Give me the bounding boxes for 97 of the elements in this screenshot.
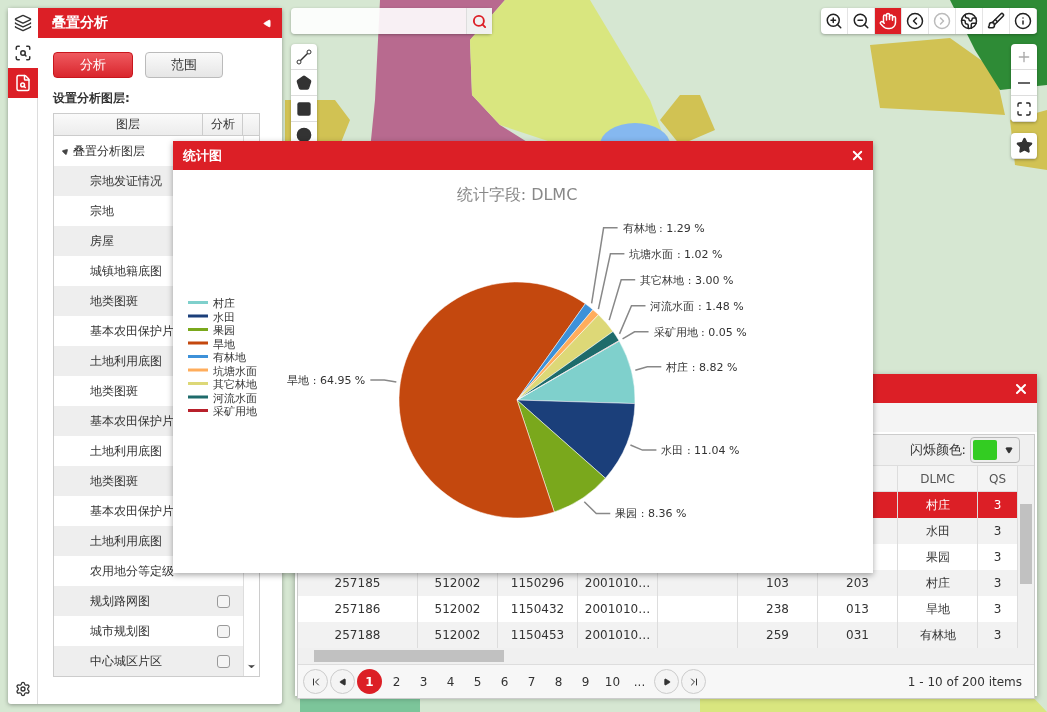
page-number[interactable]: 8 <box>546 669 571 694</box>
legend-label: 旱地 <box>213 337 235 351</box>
data-label: 其它林地 : 3.00 % <box>640 273 734 287</box>
tree-item[interactable]: 基本农田保护片 <box>90 322 174 340</box>
tree-item[interactable]: 叠置分析图层 <box>73 142 145 160</box>
brush-icon <box>987 12 1005 30</box>
legend-label: 坑塘水面 <box>213 364 257 378</box>
close-button[interactable] <box>850 148 865 163</box>
settings-icon[interactable] <box>14 681 31 697</box>
page-number[interactable]: 6 <box>492 669 517 694</box>
legend-label: 村庄 <box>213 297 235 310</box>
page-number[interactable]: 4 <box>438 669 463 694</box>
tree-item[interactable]: 基本农田保护片 <box>90 412 174 430</box>
layers-icon <box>14 14 32 32</box>
data-label: 旱地 : 64.95 % <box>287 373 366 387</box>
column-header: DLMC <box>898 466 978 491</box>
zoom-in-icon <box>825 12 843 30</box>
data-label: 河流水面 : 1.48 % <box>650 299 744 313</box>
minus-icon <box>1018 81 1030 84</box>
tree-item[interactable]: 地类图斑 <box>90 382 138 400</box>
checkbox[interactable] <box>216 594 230 608</box>
tree-item[interactable]: 土地利用底图 <box>90 352 162 370</box>
blink-color-label: 闪烁颜色: <box>909 441 966 459</box>
scrollbar-thumb[interactable] <box>314 650 504 662</box>
back-icon <box>906 12 924 30</box>
tree-item[interactable]: 土地利用底图 <box>90 442 162 460</box>
legend-label: 有林地 <box>213 351 246 364</box>
sidebar-button[interactable] <box>8 8 38 38</box>
checkbox[interactable] <box>216 624 230 638</box>
legend-label: 其它林地 <box>213 378 257 391</box>
data-label: 坑塘水面 : 1.02 % <box>629 247 723 261</box>
column-header: 分析 <box>203 114 243 135</box>
page-number[interactable]: 9 <box>573 669 598 694</box>
next-page-button[interactable] <box>654 669 679 694</box>
tree-item[interactable]: 宗地 <box>90 202 114 220</box>
section-label: 设置分析图层: <box>53 90 131 107</box>
page-number[interactable]: ... <box>627 669 652 694</box>
zoom-out-icon <box>852 12 870 30</box>
legend-label: 果园 <box>213 324 235 337</box>
tree-item[interactable]: 房屋 <box>90 232 114 250</box>
data-label: 果园 : 8.36 % <box>615 507 687 521</box>
hand-icon <box>879 12 897 30</box>
page-number[interactable]: 1 <box>357 669 382 694</box>
color-picker[interactable] <box>970 437 1020 463</box>
square-icon <box>296 100 312 117</box>
chart-title: 统计字段: DLMC <box>456 185 578 204</box>
full-extent-icon <box>1016 100 1032 117</box>
legend-label: 采矿用地 <box>213 405 257 418</box>
search-button[interactable] <box>466 8 492 34</box>
collapse-icon[interactable] <box>263 18 272 28</box>
document-search-icon <box>14 74 32 92</box>
panel-title: 叠置分析 <box>52 14 108 32</box>
forward-icon <box>933 12 951 30</box>
dropdown-icon <box>1005 446 1013 454</box>
tree-item[interactable]: 地类图斑 <box>90 472 138 490</box>
page-number[interactable]: 2 <box>384 669 409 694</box>
line-tool-icon <box>296 48 312 65</box>
mode-button[interactable]: 范围 <box>145 52 223 78</box>
pentagon-icon <box>296 74 312 91</box>
scan-search-icon <box>14 44 32 62</box>
globe-icon <box>960 12 978 30</box>
tree-item[interactable]: 基本农田保护片 <box>90 502 174 520</box>
close-icon <box>850 148 865 163</box>
search-field[interactable] <box>291 8 492 34</box>
leader-line <box>583 501 611 515</box>
checkbox[interactable] <box>216 654 230 668</box>
next-icon <box>662 677 671 686</box>
data-label: 有林地 : 1.29 % <box>622 221 705 235</box>
star-icon <box>1015 137 1033 154</box>
data-label: 水田 : 11.04 % <box>661 444 740 458</box>
column-header: 图层 <box>54 114 203 135</box>
tree-item[interactable]: 规划路网图 <box>90 592 150 610</box>
scrollbar-thumb[interactable] <box>1020 504 1032 584</box>
window-title: 统计图 <box>183 146 222 165</box>
search-icon <box>472 13 487 29</box>
page-number[interactable]: 7 <box>519 669 544 694</box>
leader-line <box>369 379 398 383</box>
page-number[interactable]: 3 <box>411 669 436 694</box>
page-number[interactable]: 5 <box>465 669 490 694</box>
page-summary: 1 - 10 of 200 items <box>907 674 1022 689</box>
circle-icon <box>296 126 312 143</box>
page-number[interactable]: 10 <box>600 669 625 694</box>
previous-icon <box>338 677 347 686</box>
previous-page-button[interactable] <box>330 669 355 694</box>
leader-line <box>629 444 658 451</box>
tree-item[interactable]: 农用地分等定级 <box>90 562 174 580</box>
info-icon <box>1014 12 1032 30</box>
legend-label: 河流水面 <box>213 391 257 405</box>
data-label: 村庄 : 8.82 % <box>666 360 738 374</box>
expand-icon[interactable] <box>60 146 71 156</box>
mode-button[interactable]: 分析 <box>53 52 133 78</box>
tree-item[interactable]: 地类图斑 <box>90 292 138 310</box>
legend-label: 水田 <box>213 310 235 324</box>
leader-line <box>634 366 663 371</box>
tree-item[interactable]: 城镇地籍底图 <box>90 262 162 280</box>
data-label: 采矿用地 : 0.05 % <box>653 325 747 339</box>
tree-item[interactable]: 城市规划图 <box>90 622 150 640</box>
